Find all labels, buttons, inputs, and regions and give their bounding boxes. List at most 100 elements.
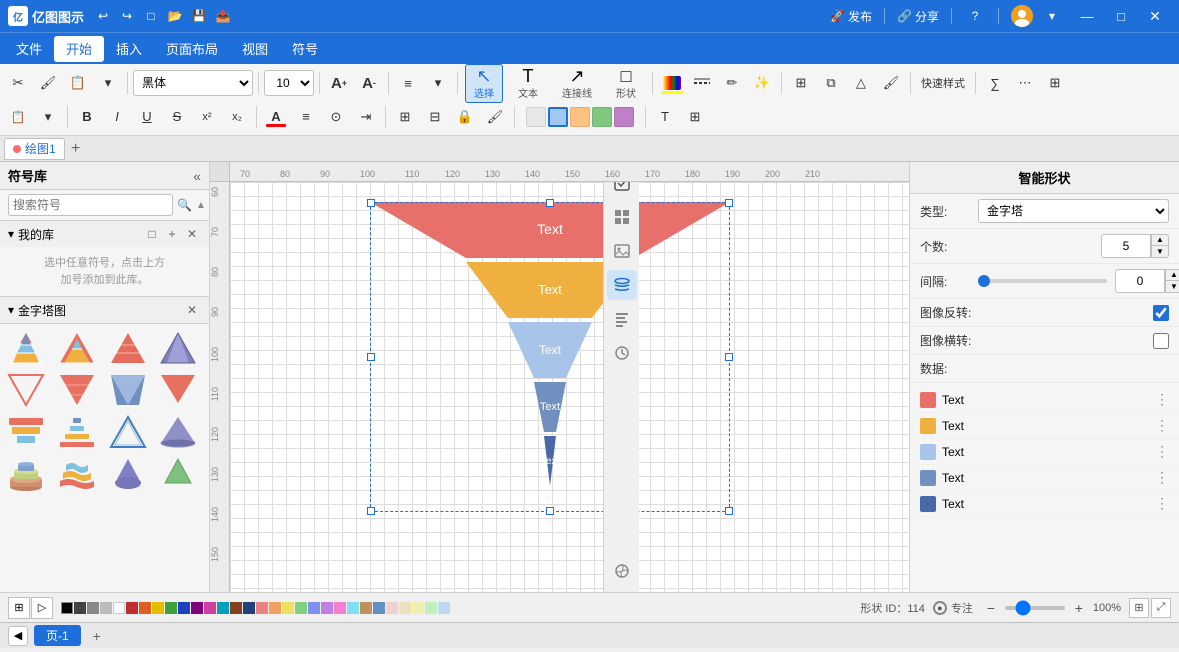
symbol-item-4[interactable] xyxy=(156,328,200,368)
menu-start[interactable]: 开始 xyxy=(54,36,104,62)
count-input[interactable] xyxy=(1101,234,1151,258)
data-color-1[interactable] xyxy=(920,392,936,408)
paste2-button[interactable]: 📋 xyxy=(4,104,32,130)
publish-button[interactable]: 🚀 发布 xyxy=(830,8,872,25)
qs-swatch-4[interactable] xyxy=(592,107,612,127)
italic-button[interactable]: I xyxy=(103,104,131,130)
font-family-select[interactable]: 黑体 xyxy=(133,70,253,96)
cs-r13[interactable] xyxy=(282,602,294,614)
zoom-in-button[interactable]: + xyxy=(1069,598,1089,618)
menu-symbol[interactable]: 符号 xyxy=(280,36,330,62)
account-dropdown[interactable]: ▾ xyxy=(1041,5,1063,27)
cs-r21[interactable] xyxy=(386,602,398,614)
canvas-area[interactable]: 70 80 90 100 110 120 130 140 150 160 170… xyxy=(210,162,909,592)
data-more-2[interactable]: ⋮ xyxy=(1155,417,1169,434)
menu-file[interactable]: 文件 xyxy=(4,36,54,62)
cs-r6[interactable] xyxy=(191,602,203,614)
icon-data[interactable] xyxy=(607,304,637,334)
list-button[interactable]: ≡ xyxy=(292,104,320,130)
cut-button[interactable]: ✂ xyxy=(4,70,32,96)
r2-b4[interactable]: 🖌 xyxy=(481,104,509,130)
select-tool-button[interactable]: ↖ 选择 xyxy=(465,64,503,103)
cs-r17[interactable] xyxy=(334,602,346,614)
symbol-item-12[interactable] xyxy=(156,412,200,452)
symbol-item-11[interactable] xyxy=(106,412,150,452)
data-more-1[interactable]: ⋮ xyxy=(1155,391,1169,408)
qs-swatch-2[interactable] xyxy=(548,107,568,127)
expand-button[interactable]: ⊞ xyxy=(1041,70,1069,96)
cs-r16[interactable] xyxy=(321,602,333,614)
align-left-button[interactable]: ≡ xyxy=(394,70,422,96)
cs-r11[interactable] xyxy=(256,602,268,614)
close-button[interactable]: ✕ xyxy=(1139,5,1171,27)
color-swatch-black[interactable] xyxy=(61,602,73,614)
cs-r20[interactable] xyxy=(373,602,385,614)
insert-formula[interactable]: ∑ xyxy=(981,70,1009,96)
copy-style-button[interactable]: 🖌 xyxy=(34,70,62,96)
cs-r7[interactable] xyxy=(204,602,216,614)
search-input[interactable] xyxy=(8,194,173,216)
triangle-button[interactable]: △ xyxy=(847,70,875,96)
count-down-button[interactable]: ▼ xyxy=(1151,246,1169,258)
data-color-3[interactable] xyxy=(920,444,936,460)
shape-tool-button[interactable]: □ 形状 xyxy=(607,64,645,103)
r2-b2[interactable]: ⊟ xyxy=(421,104,449,130)
color-swatch-dark[interactable] xyxy=(74,602,86,614)
undo-button[interactable]: ↩ xyxy=(92,5,114,27)
cs-r3[interactable] xyxy=(152,602,164,614)
qs-swatch-5[interactable] xyxy=(614,107,634,127)
subscript-button[interactable]: x₂ xyxy=(223,104,251,130)
zoom-slider[interactable] xyxy=(1005,606,1065,610)
panel-collapse-button[interactable]: « xyxy=(193,168,201,184)
current-page-tab[interactable]: 页-1 xyxy=(34,625,81,646)
save-button[interactable]: 💾 xyxy=(188,5,210,27)
data-color-4[interactable] xyxy=(920,470,936,486)
my-library-import[interactable]: □ xyxy=(143,225,161,243)
r2-b3[interactable]: 🔒 xyxy=(451,104,479,130)
symbol-item-14[interactable] xyxy=(55,454,99,494)
color-swatch-white[interactable] xyxy=(113,602,125,614)
symbol-item-5[interactable] xyxy=(4,370,48,410)
help-button[interactable]: ? xyxy=(964,5,986,27)
menu-page-layout[interactable]: 页面布局 xyxy=(154,36,230,62)
new-button[interactable]: □ xyxy=(140,5,162,27)
my-library-close[interactable]: ✕ xyxy=(183,225,201,243)
icon-layers[interactable] xyxy=(607,270,637,300)
symbol-item-10[interactable] xyxy=(55,412,99,452)
cs-r9[interactable] xyxy=(230,602,242,614)
qs-swatch-1[interactable] xyxy=(526,107,546,127)
font-size-select[interactable]: 10 xyxy=(264,70,314,96)
pyramid-shape[interactable]: Text Text Text Text Text xyxy=(370,202,730,512)
maximize-button[interactable]: □ xyxy=(1105,5,1137,27)
share-button[interactable]: 🔗 分享 xyxy=(897,8,939,25)
pen-button[interactable]: ✏ xyxy=(718,70,746,96)
search-button[interactable]: 🔍 xyxy=(177,198,192,212)
font-color-button[interactable]: A xyxy=(262,104,290,130)
symbol-item-16[interactable] xyxy=(156,454,200,494)
pyramid-section-header[interactable]: ▾ 金字塔图 ✕ xyxy=(0,297,209,324)
indent-button[interactable]: ⇥ xyxy=(352,104,380,130)
effect-button[interactable]: ✨ xyxy=(748,70,776,96)
superscript-button[interactable]: x² xyxy=(193,104,221,130)
my-library-header[interactable]: ▾ 我的库 □ + ✕ xyxy=(0,221,209,247)
spacing-up-button[interactable]: ▲ xyxy=(1165,269,1179,281)
symbol-item-6[interactable] xyxy=(55,370,99,410)
redo-button[interactable]: ↪ xyxy=(116,5,138,27)
tab-add-button[interactable]: + xyxy=(65,138,87,160)
align-dropdown[interactable]: ▾ xyxy=(424,70,452,96)
user-avatar[interactable] xyxy=(1011,5,1033,27)
text-tool-button[interactable]: T 文本 xyxy=(509,64,547,103)
icon-grid[interactable] xyxy=(607,202,637,232)
data-more-3[interactable]: ⋮ xyxy=(1155,443,1169,460)
strikethrough-button[interactable]: S xyxy=(163,104,191,130)
my-library-add[interactable]: + xyxy=(163,225,181,243)
fit-button[interactable]: ▷ xyxy=(31,597,53,619)
zoom-out-button[interactable]: − xyxy=(981,598,1001,618)
bold-button[interactable]: B xyxy=(73,104,101,130)
spacing-down-button[interactable]: ▼ xyxy=(1165,281,1179,293)
r2-more2[interactable]: ⊞ xyxy=(681,104,709,130)
cs-r8[interactable] xyxy=(217,602,229,614)
symbol-item-9[interactable] xyxy=(4,412,48,452)
font-size-decrease[interactable]: A- xyxy=(355,70,383,96)
data-more-4[interactable]: ⋮ xyxy=(1155,469,1169,486)
